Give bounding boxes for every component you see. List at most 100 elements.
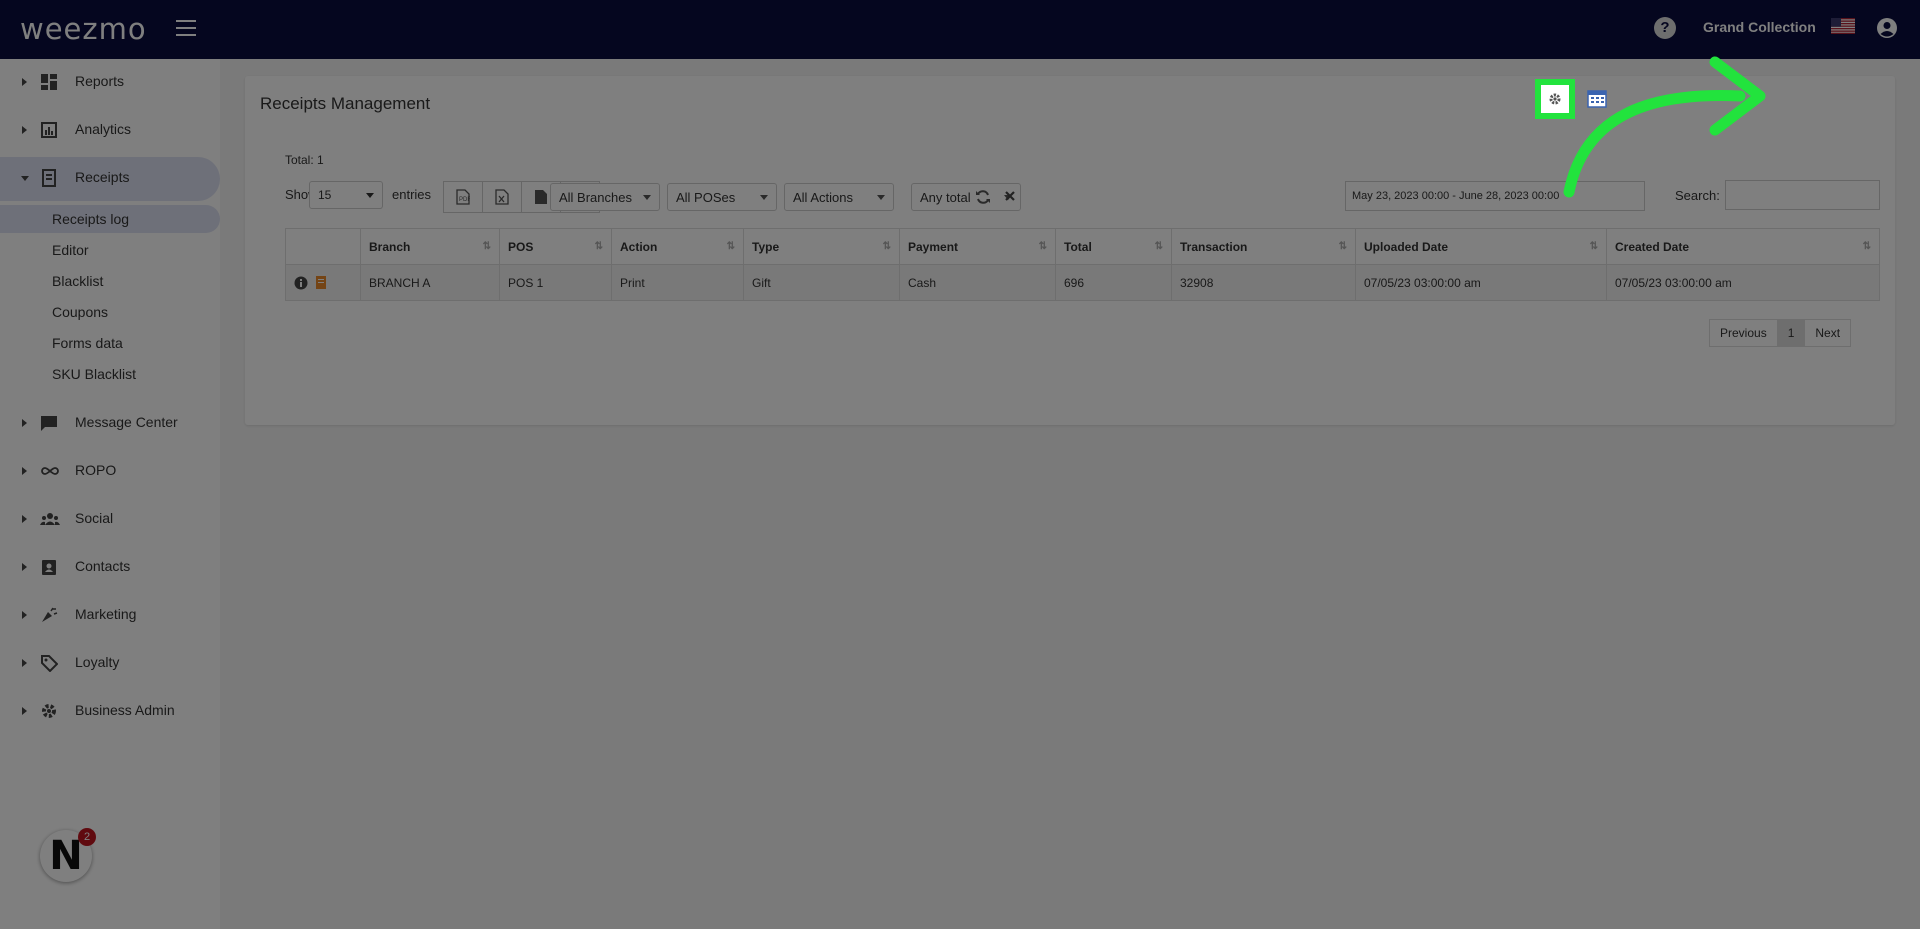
header-label: Action [620,239,658,254]
user-account-icon[interactable] [1876,17,1898,39]
notification-widget[interactable]: N 2 [40,828,96,882]
table-header-actions [285,228,361,265]
actions-dropdown[interactable]: All Actions [784,183,894,211]
caret-down-icon [21,176,29,181]
sidebar-item-label: Reports [75,73,125,89]
sidebar-item-label: Social [75,510,114,526]
caret-right-icon [22,419,27,427]
sidebar-subitem-sku-blacklist[interactable]: SKU Blacklist [0,360,220,388]
refresh-icon[interactable] [975,189,991,205]
info-icon[interactable] [294,275,308,290]
header-label: Uploaded Date [1364,239,1449,254]
sort-icon: ⇅ [1589,241,1598,252]
sidebar-item-business-admin[interactable]: Business Admin [0,690,220,732]
sort-icon: ⇅ [1338,241,1347,252]
app-logo[interactable]: weezmo [20,12,147,46]
branches-dropdown[interactable]: All Branches [550,183,660,211]
header-label: Branch [369,239,411,254]
caret-right-icon [22,611,27,619]
table-header-transaction[interactable]: Transaction ⇅ [1171,228,1356,265]
row-actions-cell [285,264,361,301]
caret-right-icon [22,515,27,523]
table-header-created-date[interactable]: Created Date ⇅ [1606,228,1880,265]
next-page-button[interactable]: Next [1804,319,1852,347]
receipts-table: Branch ⇅ POS ⇅ Action ⇅ Type ⇅ Payment ⇅ Tota… [285,228,1880,301]
us-flag-icon[interactable] [1831,18,1855,34]
table-header-branch[interactable]: Branch ⇅ [360,228,500,265]
previous-page-button[interactable]: Previous [1709,319,1778,347]
sidebar-subitem-coupons[interactable]: Coupons [0,298,220,326]
sidebar-subitem-receipts-log[interactable]: Receipts log [0,205,220,233]
pagination: Previous 1 Next [1709,319,1852,347]
sidebar-item-contacts[interactable]: Contacts [0,546,220,588]
cell-type: Gift [743,264,900,301]
caret-right-icon [22,707,27,715]
cell-uploaded-date: 07/05/23 03:00:00 am [1355,264,1607,301]
sidebar-item-analytics[interactable]: Analytics [0,109,220,151]
table-header-pos[interactable]: POS ⇅ [499,228,612,265]
header-label: Type [752,239,780,254]
entries-select[interactable]: 15 [309,181,383,209]
page-title: Receipts Management [260,94,431,113]
table-header-total[interactable]: Total ⇅ [1055,228,1172,265]
top-bar: weezmo ? Grand Collection [0,0,1920,59]
close-icon[interactable] [1003,189,1017,203]
people-icon [40,510,60,528]
sidebar-item-label: ROPO [75,462,117,478]
sort-icon: ⇅ [726,241,735,252]
sort-icon: ⇅ [1038,241,1047,252]
receipt-doc-icon[interactable] [311,275,327,290]
sidebar-subitem-blacklist[interactable]: Blacklist [0,267,220,295]
cell-branch: BRANCH A [360,264,500,301]
table-header-uploaded-date[interactable]: Uploaded Date ⇅ [1355,228,1607,265]
caret-right-icon [22,467,27,475]
hamburger-menu-icon[interactable] [176,20,196,36]
gear-icon [40,702,58,720]
header-label: Payment [908,239,959,254]
account-name[interactable]: Grand Collection [1703,19,1816,35]
tag-icon [40,654,59,673]
sort-icon: ⇅ [482,241,491,252]
subitem-label: Coupons [52,304,109,320]
table-row[interactable]: BRANCH A POS 1 Print Gift Cash 696 32908… [285,264,1880,301]
cell-created-date: 07/05/23 03:00:00 am [1606,264,1880,301]
sidebar-item-reports[interactable]: Reports [0,61,220,103]
subitem-label: Forms data [52,335,123,351]
sidebar-item-marketing[interactable]: Marketing [0,594,220,636]
export-pdf-button[interactable]: PDF [443,181,483,213]
notification-badge: 2 [78,828,96,846]
page-number-button[interactable]: 1 [1776,319,1806,347]
sidebar-item-label: Business Admin [75,702,175,718]
export-excel-button[interactable] [482,181,522,213]
table-header-payment[interactable]: Payment ⇅ [899,228,1056,265]
cell-total: 696 [1055,264,1172,301]
sidebar-item-loyalty[interactable]: Loyalty [0,642,220,684]
sidebar-item-label: Marketing [75,606,137,622]
help-icon[interactable]: ? [1654,17,1676,39]
caret-right-icon [22,78,27,86]
svg-text:PDF: PDF [459,197,470,203]
header-label: Created Date [1615,239,1690,254]
table-header-type[interactable]: Type ⇅ [743,228,900,265]
subitem-label: Editor [52,242,89,258]
dashboard-icon [40,73,58,91]
chat-icon [40,414,58,432]
sidebar-item-label: Message Center [75,414,178,430]
sidebar-subitem-editor[interactable]: Editor [0,236,220,264]
cell-transaction: 32908 [1171,264,1356,301]
sidebar: Reports Analytics Receipts Receipts log … [0,59,220,929]
sidebar-item-receipts[interactable]: Receipts [0,157,220,201]
sidebar-subitem-forms-data[interactable]: Forms data [0,329,220,357]
sidebar-item-ropo[interactable]: ROPO [0,450,220,492]
sidebar-item-message-center[interactable]: Message Center [0,402,220,444]
cell-action: Print [611,264,744,301]
sort-icon: ⇅ [1154,241,1163,252]
total-count: Total: 1 [285,153,324,167]
table-header-action[interactable]: Action ⇅ [611,228,744,265]
caret-right-icon [22,126,27,134]
sidebar-item-social[interactable]: Social [0,498,220,540]
sort-icon: ⇅ [882,241,891,252]
caret-right-icon [22,659,27,667]
cell-payment: Cash [899,264,1056,301]
poses-dropdown[interactable]: All POSes [667,183,777,211]
